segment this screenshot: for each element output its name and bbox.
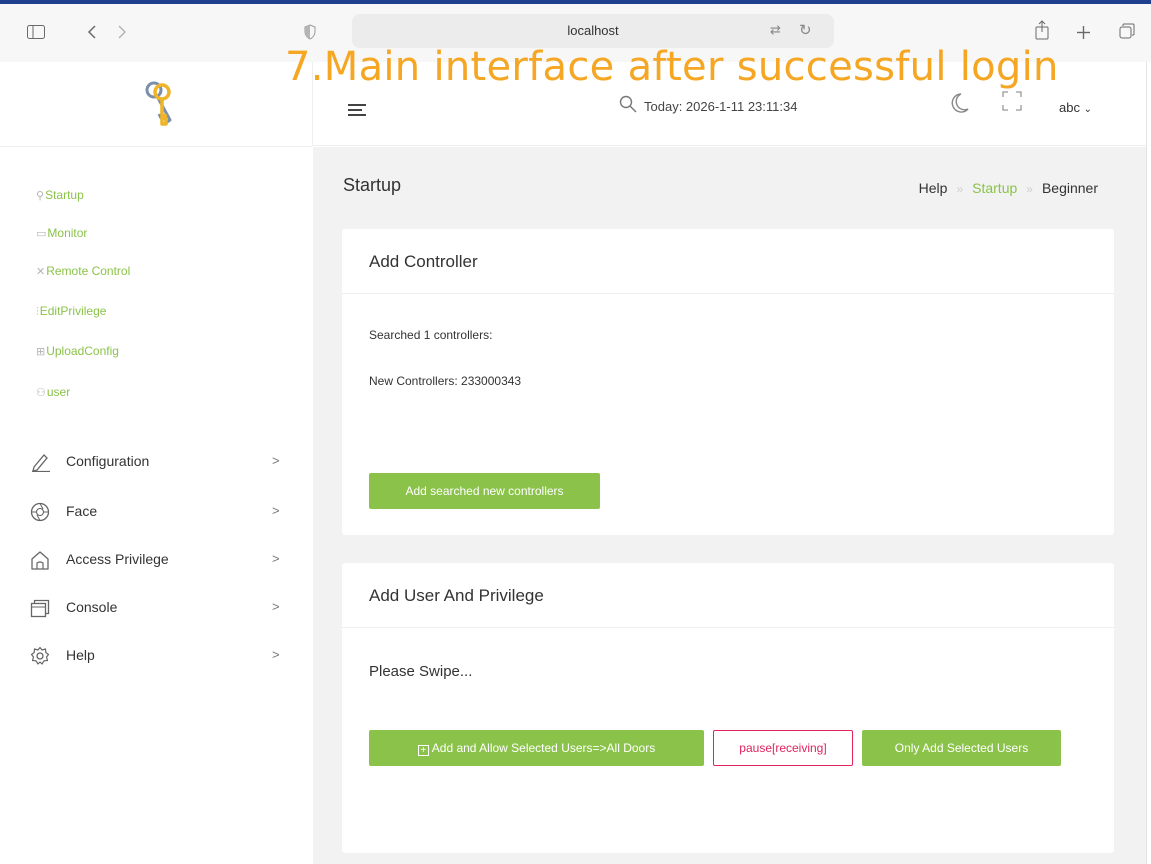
- add-user-privilege-card: Add User And Privilege Please Swipe... +…: [342, 563, 1114, 853]
- home-icon: [31, 551, 49, 570]
- plus-square-icon: ⊞: [36, 346, 46, 358]
- tab-overview-icon[interactable]: [1119, 23, 1135, 39]
- breadcrumb-beginner: Beginner: [1041, 180, 1098, 196]
- nav-item-configuration[interactable]: Configuration >: [30, 449, 290, 475]
- chevron-right-icon: >: [272, 551, 280, 566]
- translate-icon[interactable]: ⇄: [770, 22, 781, 38]
- nav-item-help[interactable]: Help >: [30, 643, 290, 669]
- moon-icon[interactable]: [949, 92, 969, 114]
- only-add-selected-users-button[interactable]: Only Add Selected Users: [862, 730, 1061, 766]
- nav-item-label: Face: [66, 503, 98, 519]
- breadcrumb-startup[interactable]: Startup: [972, 180, 1017, 196]
- breadcrumb-help[interactable]: Help: [919, 180, 948, 196]
- new-tab-icon[interactable]: [1076, 25, 1091, 40]
- add-searched-controllers-button[interactable]: Add searched new controllers: [369, 473, 600, 509]
- new-controllers-text: New Controllers: 233000343: [369, 374, 522, 388]
- quick-link-label: Monitor: [47, 226, 88, 240]
- tools-icon: ✕: [36, 266, 46, 278]
- nav-item-label: Configuration: [66, 453, 150, 469]
- chevron-down-icon: ⌄: [1083, 104, 1092, 115]
- logo-area: [0, 62, 312, 147]
- nav-item-console[interactable]: Console >: [30, 595, 290, 621]
- reload-icon[interactable]: ↻: [799, 21, 812, 39]
- nav-item-face[interactable]: Face >: [30, 499, 290, 525]
- nav-item-label: Help: [66, 647, 95, 663]
- menu-toggle-icon[interactable]: [348, 104, 366, 118]
- add-controller-card: Add Controller Searched 1 controllers: N…: [342, 229, 1114, 535]
- quick-link-user[interactable]: ⚇user: [36, 385, 70, 399]
- quick-link-upload-config[interactable]: ⊞UploadConfig: [36, 344, 119, 358]
- swipe-status-text: Please Swipe...: [369, 663, 473, 680]
- sidebar: ⚲Startup ▭Monitor ✕Remote Control ⫶EditP…: [0, 62, 312, 864]
- quick-link-label: EditPrivilege: [39, 304, 107, 318]
- scrollbar-track[interactable]: [1146, 62, 1151, 864]
- quick-link-monitor[interactable]: ▭Monitor: [36, 226, 87, 240]
- breadcrumb-separator-icon: »: [956, 182, 964, 196]
- search-icon[interactable]: [619, 95, 637, 113]
- nav-item-label: Access Privilege: [66, 551, 169, 567]
- chevron-right-icon: >: [272, 647, 280, 662]
- quick-link-startup[interactable]: ⚲Startup: [36, 188, 84, 202]
- chevron-right-icon: >: [272, 599, 280, 614]
- card-header: Add User And Privilege: [342, 563, 1114, 628]
- add-allow-all-doors-label: Add and Allow Selected Users=>All Doors: [431, 741, 656, 755]
- quick-link-label: Startup: [45, 188, 84, 202]
- share-icon[interactable]: [1035, 20, 1049, 40]
- windows-icon: [30, 599, 50, 618]
- user-menu[interactable]: abc ⌄: [1059, 100, 1092, 115]
- quick-link-edit-privilege[interactable]: ⫶EditPrivilege: [36, 304, 106, 319]
- nav-item-label: Console: [66, 599, 118, 615]
- url-text: localhost: [567, 23, 619, 38]
- overlay-caption: 7.Main interface after successful login: [285, 44, 1059, 90]
- privacy-shield-icon[interactable]: [304, 24, 316, 40]
- keys-logo-icon: [145, 81, 172, 126]
- gear-icon: [30, 646, 50, 665]
- card-title: Add User And Privilege: [369, 586, 544, 605]
- users-icon: ⚇: [36, 387, 46, 399]
- quick-link-remote-control[interactable]: ✕Remote Control: [36, 264, 130, 278]
- current-datetime: Today: 2026-1-11 23:11:34: [644, 99, 798, 114]
- sidebar-toggle-icon[interactable]: [27, 25, 45, 39]
- card-header: Add Controller: [342, 229, 1114, 294]
- forward-icon[interactable]: [117, 25, 127, 39]
- page-title: Startup: [343, 175, 402, 195]
- quick-link-label: user: [46, 385, 71, 399]
- quick-link-label: Remote Control: [46, 264, 131, 278]
- aperture-icon: [30, 502, 50, 522]
- plus-square-icon: +: [417, 745, 429, 756]
- breadcrumb-separator-icon: »: [1026, 182, 1033, 196]
- key-icon: ⚲: [36, 190, 45, 202]
- monitor-icon: ▭: [36, 228, 47, 240]
- pause-receiving-button[interactable]: pause[receiving]: [713, 730, 853, 766]
- main-content: Startup Help » Startup » Beginner Add Contro…: [313, 147, 1146, 864]
- breadcrumb: Help » Startup » Beginner: [919, 180, 1098, 196]
- nav-item-access-privilege[interactable]: Access Privilege >: [30, 547, 290, 573]
- chevron-right-icon: >: [272, 453, 280, 468]
- back-icon[interactable]: [87, 25, 97, 39]
- sliders-icon: ⫶: [36, 306, 39, 318]
- chevron-right-icon: >: [272, 503, 280, 518]
- searched-count-text: Searched 1 controllers:: [369, 328, 493, 342]
- fullscreen-icon[interactable]: [1002, 91, 1022, 111]
- user-name: abc: [1059, 100, 1080, 115]
- card-title: Add Controller: [369, 252, 478, 271]
- pencil-icon: [32, 454, 50, 472]
- url-bar[interactable]: localhost ⇄ ↻: [352, 14, 834, 48]
- quick-link-label: UploadConfig: [46, 344, 119, 358]
- add-allow-all-doors-button[interactable]: + Add and Allow Selected Users=>All Doors: [369, 730, 704, 766]
